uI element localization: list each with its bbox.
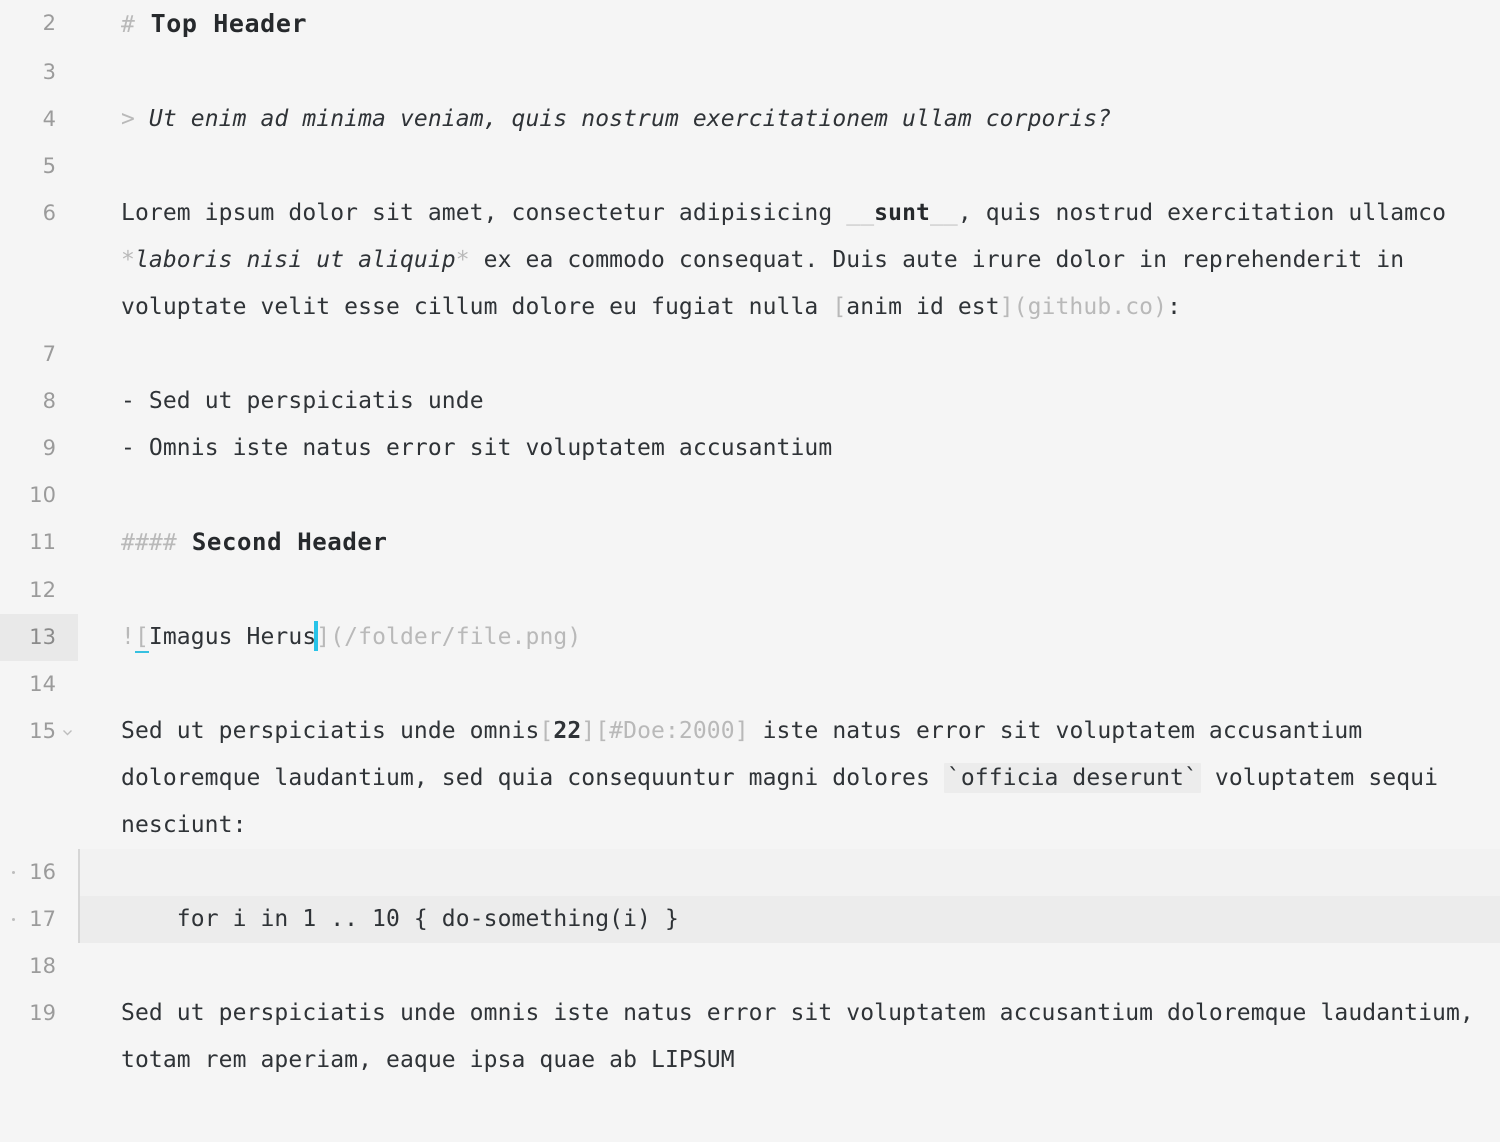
list-item-text: Sed ut perspiciatis unde <box>148 388 484 414</box>
editor-line-9[interactable]: 9 - Omnis iste natus error sit voluptate… <box>0 425 1500 472</box>
line-number-9[interactable]: 9 <box>0 425 78 472</box>
line-content-12[interactable] <box>78 567 1500 614</box>
text-segment-plain: : <box>1167 294 1182 320</box>
line-content-19[interactable]: Sed ut perspiciatis unde omnis iste natu… <box>78 990 1500 1084</box>
editor-line-14[interactable]: 14 <box>0 661 1500 708</box>
line-content-15[interactable]: Sed ut perspiciatis unde omnis[22][#Doe:… <box>78 708 1500 849</box>
text-segment-marker: [ <box>539 718 554 744</box>
line-content-2[interactable]: # Top Header <box>78 0 1500 49</box>
text-segment-plain: , quis nostrud exercitation ullamco <box>957 200 1460 226</box>
text-segment-marker: * <box>455 247 470 273</box>
editor-line-2[interactable]: 2 # Top Header <box>0 0 1500 49</box>
image-url: (/folder/file.png) <box>330 624 582 650</box>
line-number-label: 15 <box>29 719 56 743</box>
line-content-3[interactable] <box>78 49 1500 96</box>
fold-dot-icon <box>12 918 15 921</box>
heading-marker: # <box>121 12 135 38</box>
text-segment-marker: ] <box>581 718 596 744</box>
blockquote-marker: > <box>121 106 135 132</box>
line-number-8[interactable]: 8 <box>0 378 78 425</box>
editor-line-3[interactable]: 3 <box>0 49 1500 96</box>
line-number-11[interactable]: 11 <box>0 519 78 566</box>
text-segment-marker: * <box>121 247 135 273</box>
line-number-12[interactable]: 12 <box>0 567 78 614</box>
blockquote-text: Ut enim ad minima veniam, quis nostrum e… <box>148 106 1112 132</box>
line-number-17[interactable]: 17 <box>0 896 78 943</box>
editor-line-4[interactable]: 4 > Ut enim ad minima veniam, quis nostr… <box>0 96 1500 143</box>
line-number-10[interactable]: 10 <box>0 472 78 519</box>
text-segment-plain: anim id est <box>846 294 1000 320</box>
image-alt-text: Imagus Herus <box>148 624 317 650</box>
line-content-13[interactable]: ![Imagus Herus](/folder/file.png) <box>78 614 1500 661</box>
text-segment-bold: sunt <box>874 200 930 226</box>
editor-line-13[interactable]: 13 ![Imagus Herus](/folder/file.png) <box>0 614 1500 661</box>
line-number-13[interactable]: 13 <box>0 614 78 661</box>
line-content-18[interactable] <box>78 943 1500 990</box>
line-content-7[interactable] <box>78 331 1500 378</box>
bracket-close: ] <box>316 624 331 650</box>
line-content-4[interactable]: > Ut enim ad minima veniam, quis nostrum… <box>78 96 1500 143</box>
line-number-label: 17 <box>29 907 56 931</box>
heading-marker: #### <box>121 530 177 556</box>
list-marker: - <box>121 388 135 414</box>
text-segment-plain: Lorem ipsum dolor sit amet, consectetur … <box>121 200 847 226</box>
heading-text: Top Header <box>150 9 308 38</box>
editor-line-7[interactable]: 7 <box>0 331 1500 378</box>
line-content-9[interactable]: - Omnis iste natus error sit voluptatem … <box>78 425 1500 472</box>
text-segment-cite: 22 <box>553 718 582 744</box>
text-segment-marker: [ <box>832 294 847 320</box>
line-number-18[interactable]: 18 <box>0 943 78 990</box>
text-segment-marker: [#Doe:2000] <box>595 718 749 744</box>
image-bang-marker: ! <box>121 624 135 650</box>
editor-line-5[interactable]: 5 <box>0 143 1500 190</box>
line-number-14[interactable]: 14 <box>0 661 78 708</box>
line-content-10[interactable] <box>78 472 1500 519</box>
editor-line-11[interactable]: 11 #### Second Header <box>0 519 1500 567</box>
line-number-16[interactable]: 16 <box>0 849 78 896</box>
text-segment-marker: __ <box>929 200 958 226</box>
text-segment-marker: ) <box>1153 294 1168 320</box>
line-number-5[interactable]: 5 <box>0 143 78 190</box>
editor-line-18[interactable]: 18 <box>0 943 1500 990</box>
text-segment-marker: ]( <box>999 294 1028 320</box>
line-content-14[interactable] <box>78 661 1500 708</box>
editor-line-6[interactable]: 6 Lorem ipsum dolor sit amet, consectetu… <box>0 190 1500 331</box>
markdown-source-editor[interactable]: 2 # Top Header 3 4 > Ut enim ad minima v… <box>0 0 1500 1142</box>
line-number-19[interactable]: 19 <box>0 990 78 1037</box>
indent-guide <box>78 896 80 943</box>
code-text: for i in 1 .. 10 { do-something(i) } <box>121 906 679 932</box>
text-segment-code: `officia deserunt` <box>943 763 1201 793</box>
line-number-6[interactable]: 6 <box>0 190 78 237</box>
editor-line-17[interactable]: 17 for i in 1 .. 10 { do-something(i) } <box>0 896 1500 943</box>
list-item-text: Omnis iste natus error sit voluptatem ac… <box>148 435 833 461</box>
heading-text: Second Header <box>191 528 388 556</box>
text-segment-plain: Sed ut perspiciatis unde omnis <box>121 718 540 744</box>
editor-line-8[interactable]: 8 - Sed ut perspiciatis unde <box>0 378 1500 425</box>
editor-line-12[interactable]: 12 <box>0 567 1500 614</box>
line-number-3[interactable]: 3 <box>0 49 78 96</box>
editor-line-19[interactable]: 19 Sed ut perspiciatis unde omnis iste n… <box>0 990 1500 1084</box>
bracket-match-open: [ <box>134 624 149 653</box>
fold-dot-icon <box>12 871 15 874</box>
line-number-7[interactable]: 7 <box>0 331 78 378</box>
chevron-down-icon[interactable] <box>61 726 74 739</box>
line-number-15[interactable]: 15 <box>0 708 78 755</box>
line-number-4[interactable]: 4 <box>0 96 78 143</box>
line-content-16[interactable] <box>78 849 1500 896</box>
text-segment-italic: laboris nisi ut aliquip <box>134 247 456 273</box>
line-content-5[interactable] <box>78 143 1500 190</box>
editor-line-10[interactable]: 10 <box>0 472 1500 519</box>
line-number-2[interactable]: 2 <box>0 0 78 47</box>
line-content-6[interactable]: Lorem ipsum dolor sit amet, consectetur … <box>78 190 1500 331</box>
editor-line-15[interactable]: 15 Sed ut perspiciatis unde omnis[22][#D… <box>0 708 1500 849</box>
line-content-8[interactable]: - Sed ut perspiciatis unde <box>78 378 1500 425</box>
text-segment-url: github.co <box>1027 294 1154 320</box>
text-segment-marker: __ <box>846 200 875 226</box>
line-content-11[interactable]: #### Second Header <box>78 519 1500 567</box>
line-number-label: 16 <box>29 860 56 884</box>
line-content-17[interactable]: for i in 1 .. 10 { do-something(i) } <box>78 896 1500 943</box>
indent-guide <box>78 849 80 896</box>
editor-line-16[interactable]: 16 <box>0 849 1500 896</box>
list-marker: - <box>121 435 135 461</box>
